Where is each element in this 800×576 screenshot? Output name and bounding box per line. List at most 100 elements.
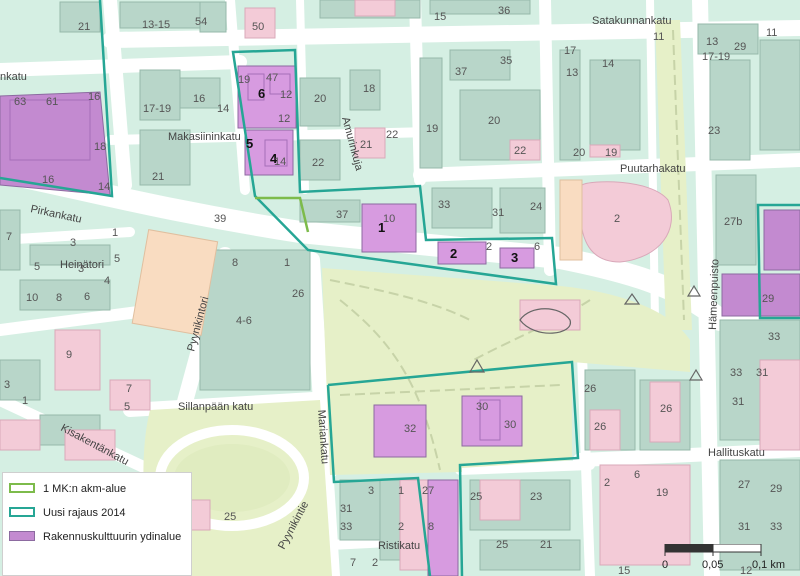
house-number: 21 [540, 539, 552, 551]
house-number: 47 [266, 72, 278, 84]
house-number: 1 [398, 485, 404, 497]
house-number: 23 [708, 125, 720, 137]
house-number: 30 [504, 419, 516, 431]
house-number: 17 [564, 45, 576, 57]
house-number: 33 [438, 199, 450, 211]
house-number: 3 [4, 379, 10, 391]
zone-number-6: 6 [258, 86, 265, 101]
house-number: 13 [566, 67, 578, 79]
house-number: 31 [492, 207, 504, 219]
house-number: 25 [470, 491, 482, 503]
legend-item-core: Rakennuskulttuurin ydinalue [9, 531, 183, 544]
legend-swatch-teal-outline [9, 507, 35, 517]
house-number: 15 [618, 565, 630, 576]
core-area-2 [437, 241, 487, 265]
house-number: 21 [360, 139, 372, 151]
legend-item-2014: Uusi rajaus 2014 [9, 507, 183, 520]
legend-label: Rakennuskulttuurin ydinalue [43, 531, 182, 543]
house-number: 14 [602, 58, 614, 70]
house-number: 33 [730, 367, 742, 379]
house-number: 26 [584, 383, 596, 395]
house-number: 33 [340, 521, 352, 533]
street-hameenpuisto: Hämeenpuisto [707, 259, 721, 330]
house-number: 3 [78, 263, 84, 275]
house-number: 4 [104, 275, 110, 287]
house-number: 6 [84, 291, 90, 303]
house-number: 29 [762, 293, 774, 305]
house-number: 12 [278, 113, 290, 125]
house-number: 1 [22, 395, 28, 407]
house-number: 13 [706, 36, 718, 48]
core-area-32 [373, 404, 427, 458]
street-puutarhakatu: Puutarhakatu [620, 163, 685, 175]
house-number: 21 [78, 21, 90, 33]
house-number: 5 [34, 261, 40, 273]
legend-swatch-green-outline [9, 483, 35, 493]
house-number: 37 [336, 209, 348, 221]
house-number: 2 [614, 213, 620, 225]
scale-tick-0: 0 [662, 559, 668, 571]
house-number: 18 [363, 83, 375, 95]
house-number: 19 [238, 74, 250, 86]
house-number: 6 [634, 469, 640, 481]
house-number: 11 [653, 31, 664, 43]
house-number: 2 [604, 477, 610, 489]
house-number: 3 [368, 485, 374, 497]
house-number: 61 [46, 96, 58, 108]
house-number: 10 [26, 292, 38, 304]
scale-bar: 0 0,05 0,1 km [662, 544, 785, 571]
house-number: 11 [766, 27, 777, 39]
building-beige-2 [559, 179, 583, 261]
house-number: 4-6 [236, 315, 252, 327]
house-number: 30 [476, 401, 488, 413]
house-number: 29 [734, 41, 746, 53]
house-number: 5 [114, 253, 120, 265]
house-number: 36 [498, 5, 510, 17]
house-number: 7 [6, 231, 12, 243]
house-number: 2 [486, 241, 492, 253]
street-hallituskatu: Hallituskatu [708, 447, 765, 459]
house-number: 27b [724, 216, 742, 228]
house-number: 16 [193, 93, 205, 105]
house-number: 32 [404, 423, 416, 435]
house-number: 26 [660, 403, 672, 415]
house-number: 17-19 [143, 103, 171, 115]
scale-tick-005: 0,05 [702, 559, 723, 571]
house-number: 50 [252, 21, 264, 33]
legend-swatch-purple-fill [9, 531, 35, 541]
house-number: 19 [656, 487, 668, 499]
house-number: 31 [738, 521, 750, 533]
legend-label: Uusi rajaus 2014 [43, 507, 126, 519]
house-number: 54 [195, 16, 207, 28]
house-number: 31 [340, 503, 352, 515]
house-number: 13-15 [142, 19, 170, 31]
street-satakunnankatu: Satakunnankatu [592, 15, 672, 27]
house-number: 16 [42, 174, 54, 186]
core-area-1 [361, 203, 417, 253]
house-number: 14 [274, 156, 286, 168]
house-number: 21 [152, 171, 164, 183]
map-legend: 1 MK:n akm-alue Uusi rajaus 2014 Rakennu… [2, 472, 192, 576]
house-number: 22 [386, 129, 398, 141]
house-number: 14 [217, 103, 229, 115]
house-number: 63 [14, 96, 26, 108]
legend-item-1mk: 1 MK:n akm-alue [9, 483, 183, 496]
house-number: 9 [66, 349, 72, 361]
house-number: 22 [312, 157, 324, 169]
house-number: 33 [768, 331, 780, 343]
house-number: 37 [455, 66, 467, 78]
legend-label: 1 MK:n akm-alue [43, 483, 127, 495]
house-number: 27 [738, 479, 750, 491]
house-number: 7 [350, 557, 356, 569]
house-number: 25 [496, 539, 508, 551]
house-number: 12 [280, 89, 292, 101]
house-number: 24 [530, 201, 542, 213]
house-number: 26 [292, 288, 304, 300]
street-sillanpaan-katu: Sillanpään katu [178, 401, 253, 413]
house-number: 8 [232, 257, 238, 269]
house-number: 2 [372, 557, 378, 569]
house-number: 5 [124, 401, 130, 413]
house-number: 16 [88, 91, 100, 103]
house-number: 1 [112, 227, 118, 239]
scale-tick-01: 0,1 km [752, 559, 785, 571]
